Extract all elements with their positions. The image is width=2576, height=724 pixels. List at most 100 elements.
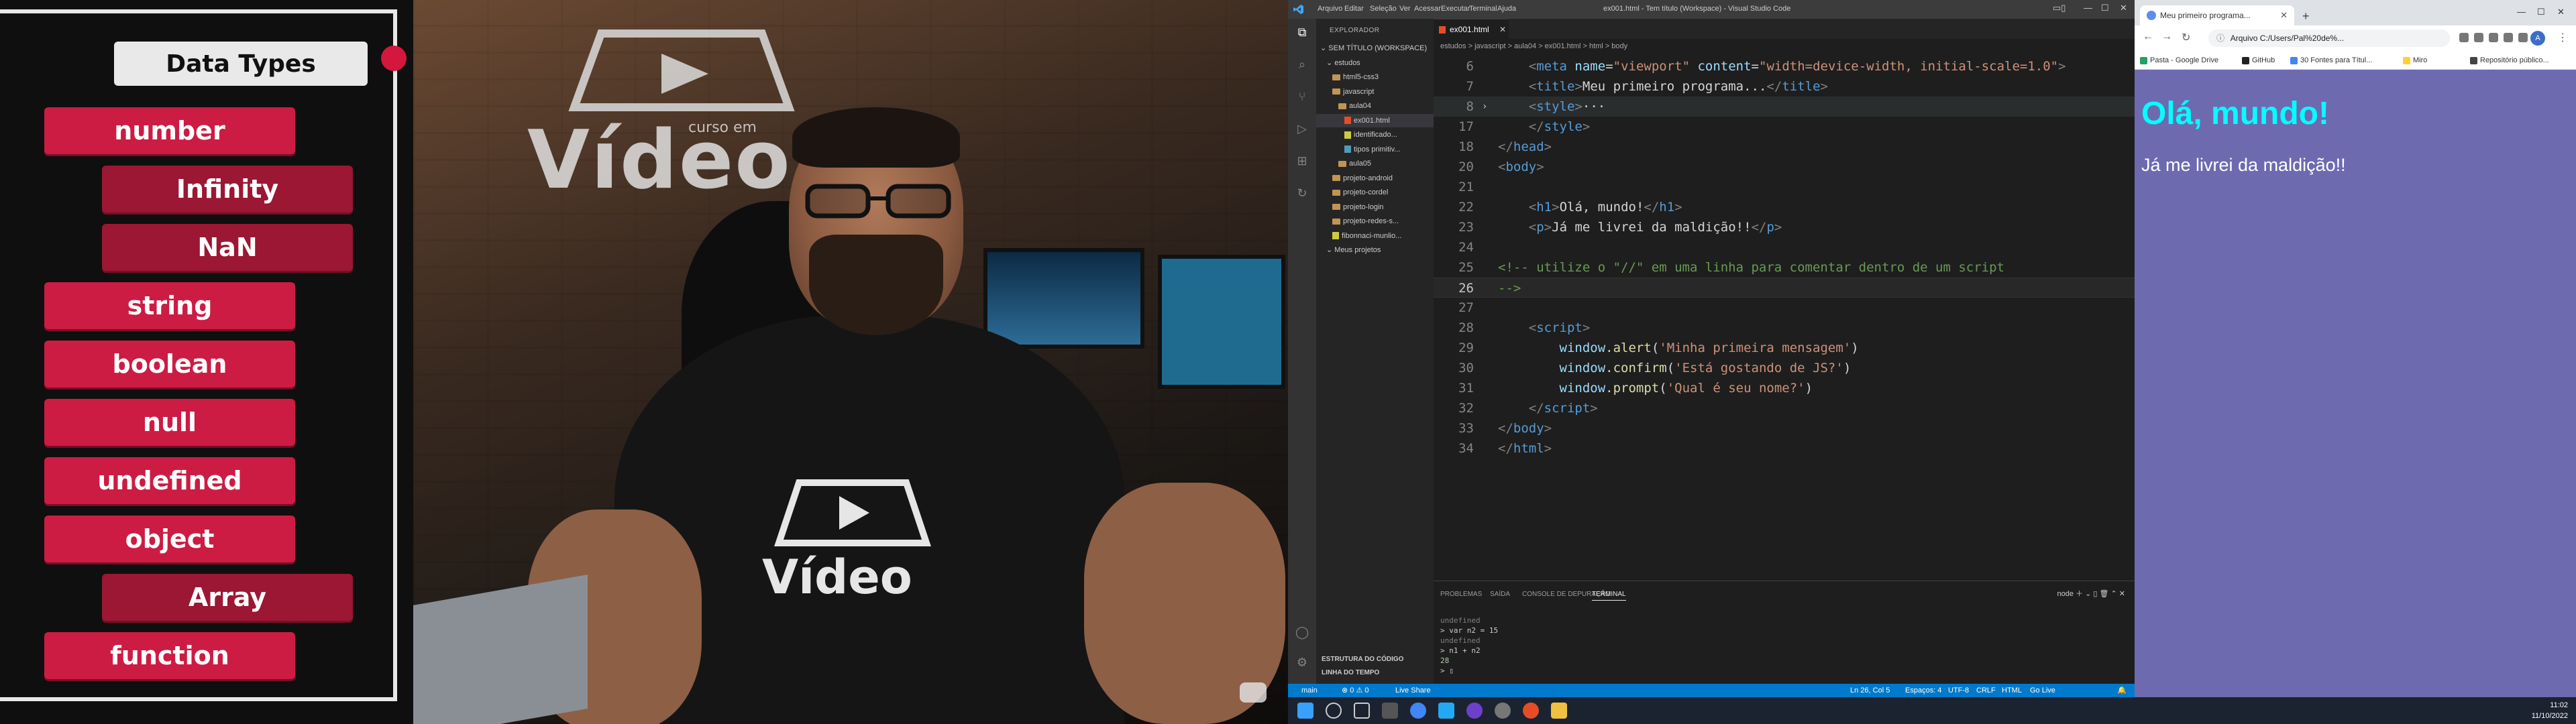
status-item[interactable]: main xyxy=(1301,684,1318,697)
puzzle-icon[interactable] xyxy=(2504,33,2513,42)
line-number: 32 xyxy=(1458,401,1474,416)
tree-item[interactable]: projeto-cordel xyxy=(1316,186,1434,199)
address-bar[interactable]: ⓘ Arquivo C:/Users/Pal%20de%... xyxy=(2208,29,2450,47)
live-share-icon[interactable]: ↻ xyxy=(1295,186,1309,200)
folder-icon xyxy=(1332,175,1340,182)
tree-item[interactable]: html5-css3 xyxy=(1316,70,1434,84)
close-tab-icon[interactable]: ✕ xyxy=(2280,5,2288,25)
run-debug-icon[interactable]: ▷ xyxy=(1295,122,1309,135)
kebab-menu-icon[interactable]: ⋮ xyxy=(2557,31,2568,44)
minimize-button[interactable]: — xyxy=(2517,7,2526,17)
tree-item[interactable]: ex001.html xyxy=(1316,113,1434,127)
bookmark-item[interactable]: Repositório público... xyxy=(2470,56,2549,64)
task-view-icon[interactable] xyxy=(1354,703,1370,719)
tree-item[interactable]: aula05 xyxy=(1316,157,1434,170)
code-token: body xyxy=(1505,160,1537,174)
tree-item[interactable]: fibonnaci-munlio... xyxy=(1316,229,1434,243)
tree-item[interactable]: projeto-android xyxy=(1316,172,1434,185)
tree-item[interactable]: ⌄ Meus projetos xyxy=(1316,243,1434,257)
maximize-panel-icon[interactable]: ⌃ xyxy=(2111,590,2119,598)
menu-item-seleção[interactable]: Seleção xyxy=(1370,5,1397,13)
status-item[interactable]: ⊗ 0 ⚠ 0 xyxy=(1342,684,1368,697)
tree-item[interactable]: ⌄ estudos xyxy=(1316,56,1434,70)
status-item[interactable]: UTF-8 xyxy=(1948,684,1969,697)
chrome-icon[interactable] xyxy=(1410,703,1426,719)
menu-item-arquivo[interactable]: Arquivo xyxy=(1318,5,1342,13)
tree-item[interactable]: identificado... xyxy=(1316,128,1434,141)
code-editor[interactable]: 6 <meta name="viewport" content="width=d… xyxy=(1434,56,2135,579)
menu-item-acessar[interactable]: Acessar xyxy=(1414,5,1441,13)
profile-avatar[interactable]: A xyxy=(2530,31,2545,46)
status-item[interactable]: CRLF xyxy=(1976,684,1996,697)
back-arrow-icon[interactable]: ← xyxy=(2143,31,2153,43)
file-explorer-icon[interactable] xyxy=(1382,703,1398,719)
trash-icon[interactable]: 🗑 xyxy=(2099,590,2110,598)
source-control-icon[interactable]: ⑂ xyxy=(1295,90,1309,103)
menu-item-executar[interactable]: Executar xyxy=(1441,5,1470,13)
panel-tab[interactable]: SAÍDA xyxy=(1490,591,1510,598)
code-line: 24 xyxy=(1434,237,2135,257)
menu-item-terminal[interactable]: Terminal xyxy=(1469,5,1497,13)
search-icon[interactable] xyxy=(1326,703,1342,719)
timeline-section[interactable]: LINHA DO TEMPO xyxy=(1322,669,1379,676)
chrome-profile-icon[interactable] xyxy=(1523,703,1539,719)
search-icon[interactable]: ⌕ xyxy=(1295,58,1309,71)
layout-toggle-icon[interactable]: ▭▯ xyxy=(2053,3,2065,13)
close-panel-icon[interactable]: ✕ xyxy=(2119,590,2125,598)
tree-item[interactable]: tipos primitiv... xyxy=(1316,143,1434,156)
terminal-selector[interactable]: node xyxy=(2057,590,2073,598)
close-button[interactable]: ✕ xyxy=(2557,7,2565,17)
bookmark-item[interactable]: Miro xyxy=(2403,56,2427,64)
menu-item-editar[interactable]: Editar xyxy=(1344,5,1364,13)
editor-tab[interactable]: ex001.html ✕ xyxy=(1434,19,1509,39)
bookmark-item[interactable]: 30 Fontes para Títul... xyxy=(2290,56,2372,64)
status-item[interactable]: Live Share xyxy=(1395,684,1431,697)
reload-icon[interactable]: ↻ xyxy=(2182,31,2190,44)
forward-arrow-icon[interactable]: → xyxy=(2161,31,2172,43)
share-icon[interactable] xyxy=(2459,33,2469,42)
instructor-hair xyxy=(792,107,960,168)
menu-item-ver[interactable]: Ver xyxy=(1399,5,1411,13)
bookmark-item[interactable]: Pasta - Google Drive xyxy=(2140,56,2218,64)
extensions-icon[interactable]: ⊞ xyxy=(1295,154,1309,168)
tree-item[interactable]: projeto-login xyxy=(1316,200,1434,214)
app-icon[interactable] xyxy=(1495,703,1511,719)
tree-item[interactable]: projeto-redes-s... xyxy=(1316,215,1434,228)
maximize-button[interactable]: ☐ xyxy=(2101,3,2109,13)
folder-icon[interactable] xyxy=(1551,703,1567,719)
notification-bell-icon[interactable]: 🔔 xyxy=(2117,684,2127,697)
maximize-button[interactable]: ☐ xyxy=(2537,7,2545,17)
outline-section[interactable]: ESTRUTURA DO CÓDIGO xyxy=(1322,656,1403,663)
status-item[interactable]: HTML xyxy=(2002,684,2022,697)
bookmark-star-icon[interactable] xyxy=(2474,33,2483,42)
close-button[interactable]: ✕ xyxy=(2120,3,2127,13)
new-tab-icon[interactable]: + xyxy=(2302,9,2310,23)
tree-item[interactable]: javascript xyxy=(1316,85,1434,99)
sidebar-icon[interactable] xyxy=(2518,33,2528,42)
tree-item[interactable]: aula04 xyxy=(1316,99,1434,113)
breadcrumb[interactable]: estudos > javascript > aula04 > ex001.ht… xyxy=(1434,39,2135,54)
panel-tab[interactable]: PROBLEMAS xyxy=(1440,591,1482,598)
status-item[interactable]: Ln 26, Col 5 xyxy=(1850,684,1890,697)
github-desktop-icon[interactable] xyxy=(1466,703,1483,719)
close-tab-icon[interactable]: ✕ xyxy=(1499,19,1506,40)
status-item[interactable]: Go Live xyxy=(2030,684,2055,697)
panel-tab[interactable]: TERMINAL xyxy=(1592,591,1626,601)
start-windows-icon[interactable] xyxy=(1297,703,1313,719)
bookmark-item[interactable]: GitHub xyxy=(2242,56,2275,64)
bookmark-label: Pasta - Google Drive xyxy=(2150,56,2219,64)
vscode-taskbar-icon[interactable] xyxy=(1438,703,1454,719)
settings-gear-icon[interactable]: ⚙ xyxy=(1295,656,1309,669)
minimize-button[interactable]: — xyxy=(2084,3,2092,13)
add-terminal-icon[interactable]: ＋ ⌄ xyxy=(2076,590,2093,598)
menu-item-ajuda[interactable]: Ajuda xyxy=(1497,5,1516,13)
extension-icon[interactable] xyxy=(2489,33,2498,42)
account-icon[interactable]: ◯ xyxy=(1295,625,1309,639)
status-item[interactable]: Espaços: 4 xyxy=(1905,684,1941,697)
fold-chevron-icon[interactable]: › xyxy=(1482,97,1487,117)
explorer-icon[interactable]: ⧉ xyxy=(1295,25,1309,39)
browser-tab[interactable]: Meu primeiro programa... ✕ xyxy=(2140,5,2294,25)
system-clock[interactable]: 11:02 11/10/2022 xyxy=(2532,700,2568,721)
tree-item[interactable]: ⌄ SEM TÍTULO (WORKSPACE) xyxy=(1316,42,1434,55)
code-token: 'Qual é seu nome?' xyxy=(1666,381,1805,396)
